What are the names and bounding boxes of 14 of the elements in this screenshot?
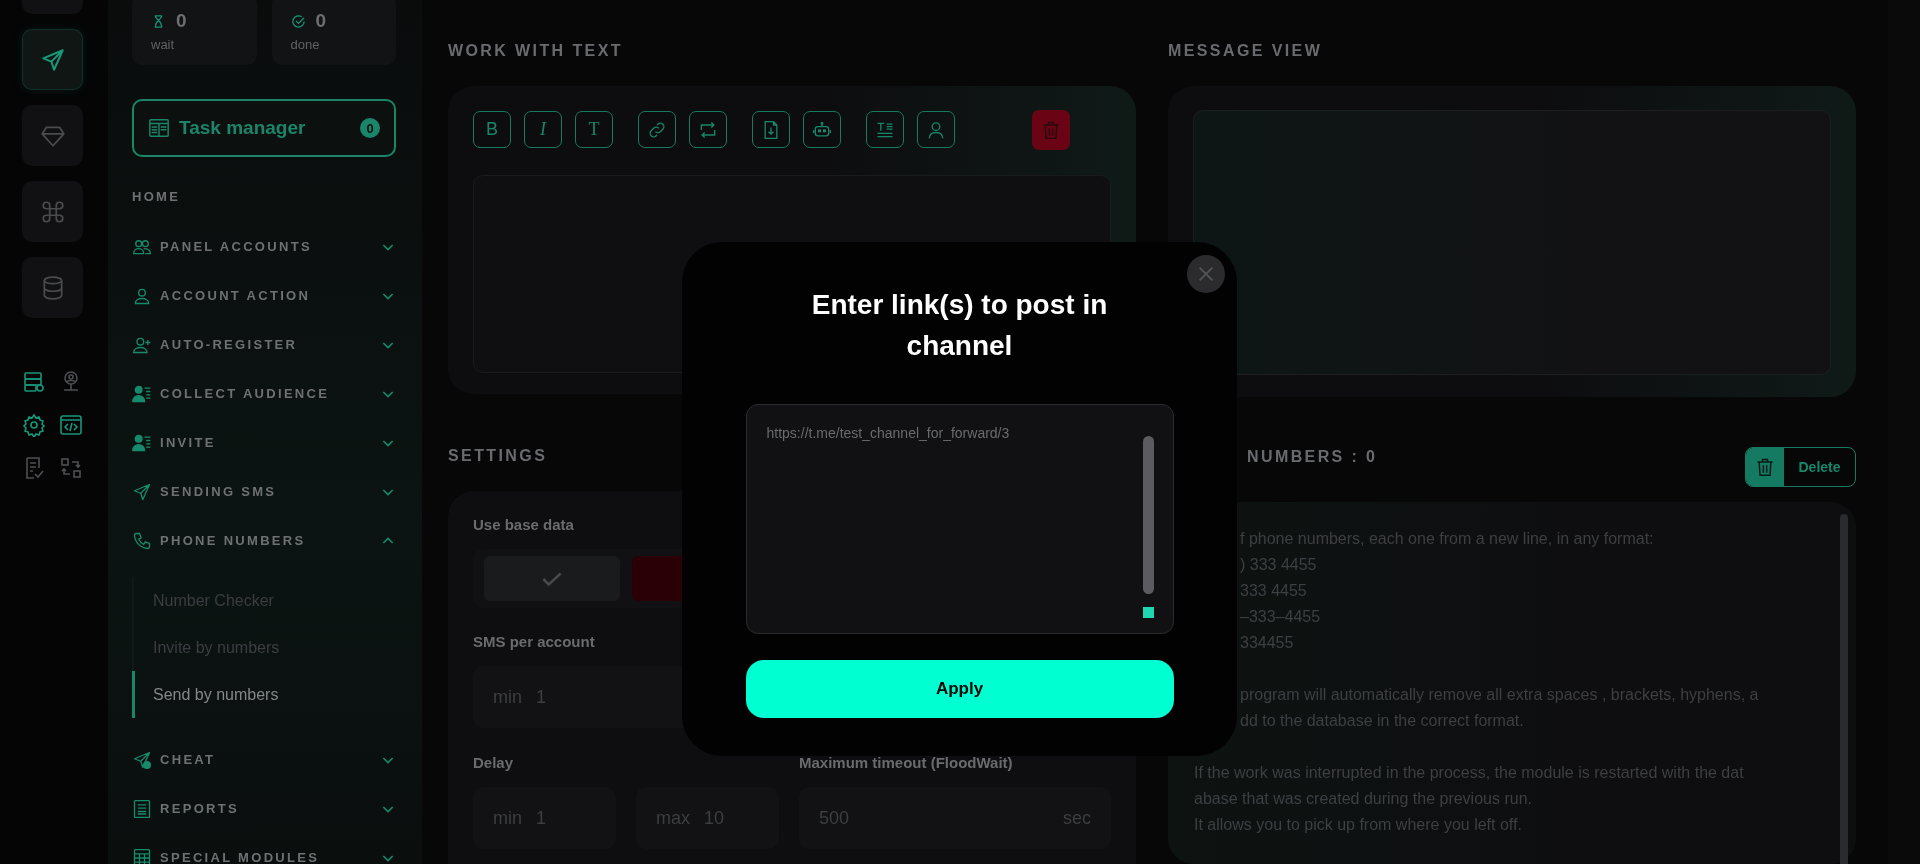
stat-label: wait [151, 37, 175, 52]
section-title: WORK WITH TEXT [448, 41, 623, 61]
count-badge: 0 [360, 118, 380, 138]
stat-value: 0 [315, 10, 327, 32]
stat-value: 0 [176, 10, 187, 32]
field-label: Use base data [473, 516, 574, 533]
field-label: Delay [473, 754, 514, 771]
field-label: Maximum timeout (FloodWait) [799, 754, 1013, 771]
stat-label: done [290, 37, 320, 52]
section-title: MESSAGE VIEW [1168, 41, 1323, 61]
field-label: SMS per account [473, 633, 595, 650]
section-title: NUMBERS : 0 [1247, 447, 1378, 467]
dialog-title: Enter link(s) to post in channel [810, 288, 1109, 363]
section-title: SETTINGS [448, 446, 548, 466]
